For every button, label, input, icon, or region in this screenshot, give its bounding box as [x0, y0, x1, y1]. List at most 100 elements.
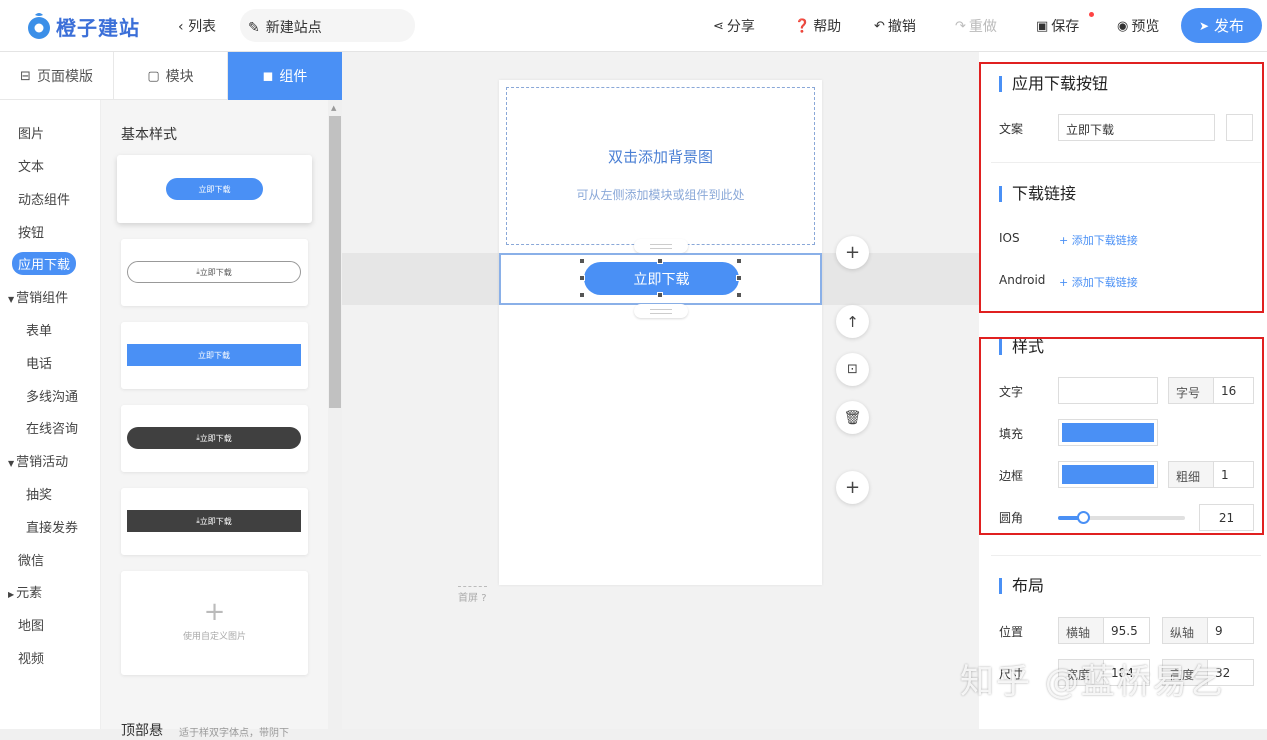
background-drop-zone[interactable]: 双击添加背景图 可从左侧添加模块或组件到此处: [506, 87, 815, 245]
category-image[interactable]: 图片: [18, 123, 44, 142]
resize-dot[interactable]: [579, 258, 585, 264]
card-button-label: 立即下载: [199, 267, 232, 277]
x-axis-input[interactable]: 95.5: [1103, 617, 1150, 644]
resize-dot[interactable]: [579, 275, 585, 281]
resize-dot[interactable]: [657, 292, 663, 298]
category-wechat[interactable]: 微信: [18, 550, 44, 569]
watermark: 知乎 @蓝桥易乞: [960, 662, 1225, 702]
divider: [991, 555, 1261, 556]
category-map[interactable]: 地图: [18, 615, 44, 634]
style-card-rounded-blue[interactable]: 立即下载: [117, 155, 312, 223]
highlight-box: [979, 337, 1264, 535]
caret-down-icon: ▼: [8, 459, 15, 468]
tab-components[interactable]: ◼ 组件: [228, 52, 342, 100]
card-button-label: 立即下载: [127, 344, 301, 366]
y-axis-input[interactable]: 9: [1207, 617, 1254, 644]
publish-button[interactable]: ➤ 发布: [1181, 8, 1262, 43]
resize-dot[interactable]: [736, 292, 742, 298]
save-icon: ▣: [1036, 18, 1049, 34]
resize-dot[interactable]: [736, 258, 742, 264]
category-coupon[interactable]: 直接发券: [26, 517, 78, 536]
save-button[interactable]: ▣ 保存: [1036, 16, 1079, 36]
save-label: 保存: [1051, 19, 1080, 35]
category-campaigns[interactable]: ▼ 营销活动: [8, 451, 68, 470]
tab-page-templates[interactable]: ⊟ 页面模版: [0, 52, 114, 100]
properties-panel: 应用下载按钮 文案 立即下载 下载链接 IOS + 添加下载链接 Android…: [979, 52, 1267, 729]
style-card-flat-dark[interactable]: ⤓ 立即下载: [121, 488, 308, 555]
caret-down-icon: ▼: [8, 295, 15, 304]
add-background-hint: 可从左侧添加模块或组件到此处: [576, 188, 745, 202]
card-button-label: 立即下载: [199, 433, 232, 443]
site-name-field[interactable]: ✎ 新建站点: [240, 9, 415, 42]
highlight-box: [979, 62, 1264, 313]
style-card-outline[interactable]: ⤓ 立即下载: [121, 239, 308, 306]
category-multiline[interactable]: 多线沟通: [26, 386, 78, 405]
resize-dot[interactable]: [579, 292, 585, 298]
preview-button[interactable]: ◉ 预览: [1117, 16, 1159, 36]
category-elements[interactable]: ▶ 元素: [8, 582, 42, 601]
custom-image-card[interactable]: + 使用自定义图片: [121, 571, 308, 675]
category-marketing[interactable]: ▼ 营销组件: [8, 287, 68, 306]
undo-button[interactable]: ↶ 撤销: [874, 16, 916, 36]
component-categories: 图片 文本 动态组件 按钮 应用下载 ▼ 营销组件 表单 电话 多线沟通 在线咨询…: [0, 100, 101, 729]
caret-right-icon: ▶: [8, 590, 15, 599]
share-button[interactable]: ⋖ 分享: [713, 16, 755, 36]
resize-handle-top[interactable]: [634, 239, 688, 253]
fold-label: 首屏: [458, 593, 478, 604]
resize-handle-bottom[interactable]: [634, 304, 688, 318]
selected-component-frame[interactable]: 立即下载: [499, 253, 822, 305]
help-label: 帮助: [813, 19, 842, 35]
redo-button[interactable]: ↷ 重做: [955, 16, 997, 36]
logo[interactable]: 橙子建站: [26, 11, 140, 41]
resize-dot[interactable]: [657, 258, 663, 264]
custom-image-label: 使用自定义图片: [182, 632, 246, 642]
preview-label: 预览: [1131, 19, 1160, 35]
delete-button[interactable]: 🗑: [836, 401, 869, 434]
back-to-list-button[interactable]: ‹ 列表: [178, 16, 216, 36]
add-below-button[interactable]: +: [836, 471, 869, 504]
add-background-title: 双击添加背景图: [607, 148, 713, 166]
top-bar: 橙子建站 ‹ 列表 ✎ 新建站点 ⋖ 分享 ❓ 帮助 ↶ 撤销 ↷ 重做 ▣ 保存 ◉ 预览 …: [0, 0, 1267, 52]
chevron-left-icon: ‹: [178, 19, 189, 35]
category-form[interactable]: 表单: [26, 320, 52, 339]
library-scrollbar[interactable]: ▲: [328, 100, 342, 729]
vertical-align-button[interactable]: ⊡: [836, 353, 869, 386]
download-button[interactable]: 立即下载: [584, 262, 739, 295]
arrow-up-icon: ↑: [846, 312, 859, 331]
category-label: 元素: [16, 586, 43, 601]
tab-modules[interactable]: ▢ 模块: [114, 52, 228, 100]
tab-label: 页面模版: [36, 69, 93, 85]
card-button-label: 立即下载: [166, 178, 263, 200]
style-card-flat-blue[interactable]: 立即下载: [121, 322, 308, 389]
scrollbar-thumb[interactable]: [329, 116, 341, 408]
category-lottery[interactable]: 抽奖: [26, 484, 52, 503]
category-app-download[interactable]: 应用下载: [12, 252, 77, 275]
move-up-button[interactable]: ↑: [836, 305, 869, 338]
share-label: 分享: [726, 19, 755, 35]
add-above-button[interactable]: +: [836, 236, 869, 269]
card-button: ⤓ 立即下载: [127, 510, 301, 532]
category-dynamic[interactable]: 动态组件: [18, 189, 70, 208]
plus-icon: +: [203, 597, 226, 627]
scroll-up-icon: ▲: [331, 104, 337, 112]
style-card-rounded-dark[interactable]: ⤓ 立即下载: [121, 405, 308, 472]
undo-label: 撤销: [887, 19, 916, 35]
category-video[interactable]: 视频: [18, 648, 44, 667]
category-text[interactable]: 文本: [18, 156, 44, 175]
orange-logo-icon: [26, 11, 52, 41]
resize-dot[interactable]: [736, 275, 742, 281]
editor-canvas: 双击添加背景图 可从左侧添加模块或组件到此处 立即下载 + ↑ ⊡ 🗑 + 首屏…: [342, 52, 979, 729]
share-icon: ⋖: [713, 18, 724, 34]
category-phone[interactable]: 电话: [26, 353, 52, 372]
trash-icon: 🗑: [843, 409, 862, 426]
category-label: 营销组件: [16, 291, 69, 306]
category-online-chat[interactable]: 在线咨询: [26, 418, 78, 437]
redo-icon: ↷: [955, 18, 966, 34]
undo-icon: ↶: [874, 18, 885, 34]
library-heading: 基本样式: [121, 127, 177, 143]
help-button[interactable]: ❓ 帮助: [794, 16, 841, 36]
category-button[interactable]: 按钮: [18, 222, 44, 241]
pencil-icon: ✎: [248, 20, 260, 36]
phone-page[interactable]: 双击添加背景图 可从左侧添加模块或组件到此处: [499, 80, 822, 585]
plus-icon: +: [844, 477, 861, 498]
